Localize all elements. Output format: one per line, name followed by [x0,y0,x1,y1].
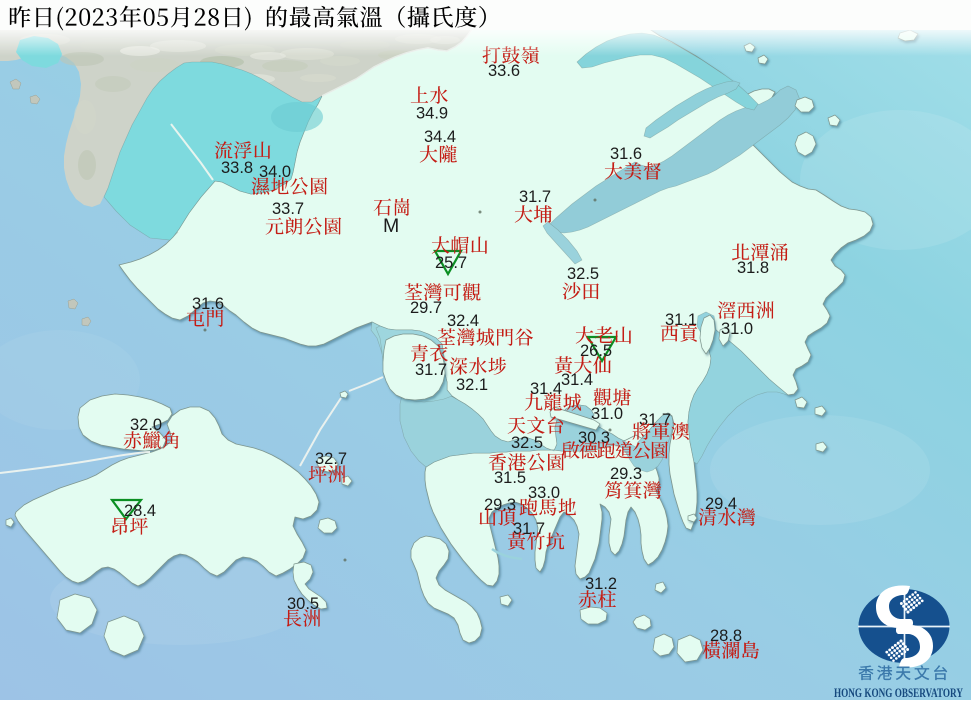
svg-text:31.4: 31.4 [530,380,562,398]
svg-text:31.2: 31.2 [585,575,617,593]
svg-text:28.4: 28.4 [124,502,156,520]
svg-text:29.7: 29.7 [410,299,442,317]
svg-text:34.9: 34.9 [416,104,448,122]
svg-text:28.8: 28.8 [710,627,742,645]
svg-text:31.7: 31.7 [513,520,545,538]
svg-text:M: M [383,215,399,237]
svg-text:33.6: 33.6 [488,62,520,80]
svg-text:33.0: 33.0 [528,484,560,502]
svg-text:31.4: 31.4 [561,371,593,389]
svg-text:31.7: 31.7 [519,188,551,206]
svg-text:31.5: 31.5 [494,469,526,487]
svg-text:34.4: 34.4 [424,128,456,146]
svg-text:32.5: 32.5 [567,265,599,283]
svg-text:32.4: 32.4 [447,312,479,330]
svg-text:32.1: 32.1 [456,376,488,394]
svg-text:31.7: 31.7 [415,361,447,379]
svg-text:32.7: 32.7 [315,450,347,468]
svg-text:29.3: 29.3 [484,496,516,514]
svg-text:31.0: 31.0 [721,320,753,338]
svg-text:31.8: 31.8 [737,259,769,277]
svg-text:25.7: 25.7 [435,254,467,272]
svg-text:31.0: 31.0 [591,405,623,423]
svg-text:33.7: 33.7 [272,200,304,218]
svg-text:33.8: 33.8 [221,159,253,177]
svg-text:HONG KONG OBSERVATORY: HONG KONG OBSERVATORY [834,686,963,700]
svg-text:26.5: 26.5 [580,342,612,360]
svg-text:32.5: 32.5 [511,434,543,452]
svg-text:31.6: 31.6 [610,145,642,163]
svg-text:32.0: 32.0 [130,416,162,434]
svg-text:31.6: 31.6 [192,295,224,313]
svg-text:29.3: 29.3 [610,465,642,483]
